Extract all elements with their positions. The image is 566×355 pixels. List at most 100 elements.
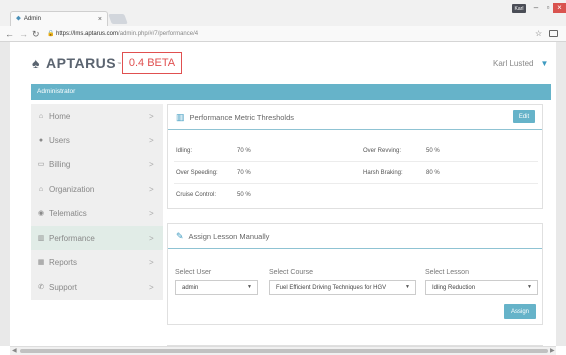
url-field[interactable]: https://lms.aptarus.com/admin.php/#/7/pe… — [56, 29, 198, 39]
sitemap-icon: ⌂ — [38, 185, 44, 193]
chevron-right-icon: > — [149, 282, 154, 292]
sidebar-item-label: Organization — [49, 184, 95, 194]
url-path: /admin.php/#/7/performance/4 — [118, 31, 199, 37]
metric-value-cruise-control: 50 % — [237, 192, 251, 198]
scroll-left-arrow-icon[interactable]: ◀ — [12, 347, 17, 355]
chevron-right-icon: > — [149, 159, 154, 169]
back-arrow-icon[interactable]: ← — [5, 28, 14, 40]
metric-value-idling: 70 % — [237, 148, 251, 154]
user-icon: ● — [38, 136, 44, 144]
chevron-right-icon: > — [149, 208, 154, 218]
select-lesson-label: Select Lesson — [425, 269, 469, 276]
cast-icon[interactable] — [549, 30, 558, 37]
sidebar-item-billing[interactable]: ▭ Billing > — [31, 152, 163, 176]
thresholds-title: Performance Metric Thresholds — [189, 112, 294, 122]
window-minimize-icon[interactable]: – — [530, 3, 542, 13]
new-tab-button[interactable] — [108, 14, 128, 24]
bar-chart-icon: ▥ — [176, 111, 185, 122]
page-gutter-right — [556, 42, 566, 346]
browser-profile-badge[interactable]: Karl — [512, 4, 526, 13]
user-name: Karl Lusted — [493, 59, 534, 68]
logo-trademark: ™ — [117, 60, 122, 66]
sidebar-item-telematics[interactable]: ◉ Telematics > — [31, 201, 163, 225]
chevron-right-icon: > — [149, 184, 154, 194]
thresholds-panel-header: ▥ Performance Metric Thresholds Edit — [168, 105, 542, 130]
divider — [174, 161, 538, 162]
caret-down-icon: ▼ — [405, 284, 410, 290]
tab-favicon-icon: ⬥ — [16, 15, 21, 22]
caret-down-icon: ▼ — [540, 59, 549, 68]
sidebar-item-home[interactable]: ⌂ Home > — [31, 104, 163, 128]
sidebar-item-label: Performance — [49, 233, 95, 243]
select-user-value: admin — [182, 284, 199, 291]
horizontal-scrollbar[interactable]: ◀ ▶ — [10, 346, 556, 355]
sidebar-item-label: Users — [49, 135, 70, 145]
credit-card-icon: ▭ — [37, 161, 45, 168]
browser-tab[interactable]: ⬥ Admin × — [10, 11, 108, 26]
chevron-right-icon: > — [149, 257, 154, 267]
browser-titlebar: ⬥ Admin × Karl – ▫ × — [0, 0, 566, 26]
metric-label-over-revving: Over Revving: — [363, 148, 402, 154]
metric-value-over-speeding: 70 % — [237, 170, 251, 176]
chevron-right-icon: > — [149, 135, 154, 145]
select-course-dropdown[interactable]: Fuel Efficient Driving Techniques for HG… — [269, 280, 416, 295]
chevron-right-icon: > — [149, 233, 154, 243]
page-gutter-left — [0, 42, 10, 346]
metric-label-harsh-braking: Harsh Braking: — [363, 170, 403, 176]
sidebar-item-support[interactable]: ✆ Support > — [31, 275, 163, 299]
assign-panel-header: ✎ Assign Lesson Manually — [168, 224, 542, 249]
lock-icon[interactable]: 🔒 — [47, 29, 54, 39]
select-user-dropdown[interactable]: admin ▼ — [175, 280, 258, 295]
forward-arrow-icon[interactable]: → — [19, 28, 28, 40]
sidebar-item-label: Billing — [49, 159, 71, 169]
assign-title: Assign Lesson Manually — [188, 231, 270, 241]
metric-label-over-speeding: Over Speeding: — [176, 170, 218, 176]
sidebar: ⌂ Home > ● Users > ▭ Billing > ⌂ Organiz… — [31, 104, 163, 300]
sidebar-item-reports[interactable]: ▦ Reports > — [31, 250, 163, 274]
logo-drop-icon: ♠ — [32, 55, 40, 71]
url-host: https://lms.aptarus.com — [56, 31, 119, 37]
reload-icon[interactable]: ↻ — [32, 28, 40, 40]
metric-value-over-revving: 50 % — [426, 148, 440, 154]
aptarus-logo[interactable]: ♠ APTARUS ™ — [32, 53, 121, 73]
phone-icon: ✆ — [38, 284, 44, 291]
tab-close-icon[interactable]: × — [98, 16, 102, 23]
select-course-value: Fuel Efficient Driving Techniques for HG… — [276, 284, 387, 291]
metric-label-cruise-control: Cruise Control: — [176, 192, 217, 198]
scrollbar-thumb[interactable] — [20, 349, 548, 353]
administrator-bar: Administrator — [31, 84, 551, 100]
scroll-right-arrow-icon[interactable]: ▶ — [550, 347, 555, 355]
chevron-right-icon: > — [149, 111, 154, 121]
home-icon: ⌂ — [38, 112, 44, 120]
select-user-label: Select User — [175, 269, 212, 276]
sidebar-item-organization[interactable]: ⌂ Organization > — [31, 177, 163, 201]
assign-button[interactable]: Assign — [504, 304, 536, 319]
assign-lesson-panel: ✎ Assign Lesson Manually Select User adm… — [167, 223, 543, 325]
address-bar: ← → ↻ 🔒 https://lms.aptarus.com/admin.ph… — [0, 26, 566, 42]
thresholds-panel: ▥ Performance Metric Thresholds Edit Idl… — [167, 104, 543, 209]
sidebar-item-users[interactable]: ● Users > — [31, 128, 163, 152]
tab-title: Admin — [23, 16, 41, 22]
bookmark-star-icon[interactable]: ☆ — [535, 28, 542, 40]
window-close-icon[interactable]: × — [553, 3, 566, 13]
sidebar-item-label: Support — [49, 282, 78, 292]
sidebar-item-performance[interactable]: ▥ Performance > — [31, 226, 163, 250]
metric-label-idling: Idling: — [176, 148, 193, 154]
metric-value-harsh-braking: 80 % — [426, 170, 440, 176]
divider — [174, 183, 538, 184]
user-menu[interactable]: Karl Lusted ▼ — [493, 59, 548, 68]
caret-down-icon: ▼ — [527, 284, 532, 290]
beta-badge: 0.4 BETA — [122, 52, 182, 74]
select-lesson-value: Idling Reduction — [432, 284, 476, 291]
caret-down-icon: ▼ — [247, 284, 252, 290]
globe-icon: ◉ — [37, 210, 45, 217]
calendar-icon: ▦ — [37, 259, 45, 266]
logo-text: APTARUS — [46, 55, 117, 71]
sidebar-item-label: Reports — [49, 257, 78, 267]
select-lesson-dropdown[interactable]: Idling Reduction ▼ — [425, 280, 538, 295]
pencil-icon: ✎ — [176, 230, 184, 241]
sidebar-item-label: Telematics — [49, 208, 87, 218]
select-course-label: Select Course — [269, 269, 313, 276]
edit-button[interactable]: Edit — [513, 110, 535, 123]
sidebar-item-label: Home — [49, 111, 71, 121]
